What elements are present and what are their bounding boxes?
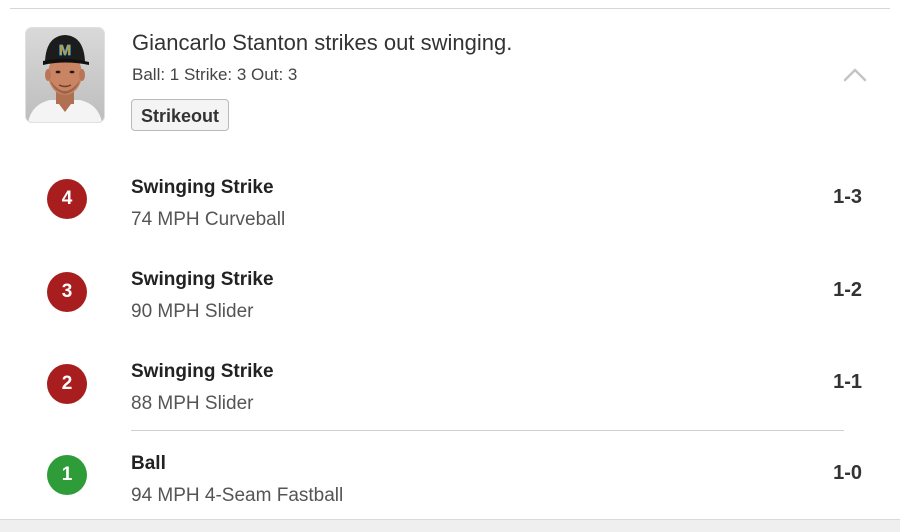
pitch-count: 1-2 [833, 279, 862, 301]
pitch-description: 74 MPH Curveball [131, 209, 286, 230]
pitch-result: Ball [131, 453, 166, 474]
pitch-row: 3 Swinging Strike 90 MPH Slider 1-2 [0, 251, 900, 331]
play-headline: Giancarlo Stanton strikes out swinging. [132, 30, 513, 55]
pitch-number-badge: 3 [47, 272, 87, 312]
pitch-number-badge: 2 [47, 364, 87, 404]
player-avatar: M [26, 28, 104, 122]
pitch-number-badge: 4 [47, 179, 87, 219]
pitch-result: Swinging Strike [131, 361, 274, 382]
pitch-row: 2 Swinging Strike 88 MPH Slider 1-1 [0, 343, 900, 423]
pitch-result: Swinging Strike [131, 269, 274, 290]
pitch-description: 88 MPH Slider [131, 393, 254, 414]
player-headshot-icon: M [26, 28, 104, 122]
svg-text:M: M [59, 42, 72, 59]
pitch-count: 1-3 [833, 186, 862, 208]
pitch-row: 1 Ball 94 MPH 4-Seam Fastball 1-0 [0, 435, 900, 515]
pitch-number-badge: 1 [47, 455, 87, 495]
pitch-row: 4 Swinging Strike 74 MPH Curveball 1-3 [0, 158, 900, 238]
chevron-up-icon [843, 68, 867, 82]
pitch-count: 1-0 [833, 462, 862, 484]
pitch-result: Swinging Strike [131, 177, 274, 198]
bottom-divider [0, 519, 900, 532]
play-count-line: Ball: 1 Strike: 3 Out: 3 [132, 65, 298, 84]
pitch-divider [131, 430, 844, 431]
pitch-count: 1-1 [833, 371, 862, 393]
top-divider [10, 8, 890, 9]
play-card: M Giancarlo Stanton strikes out swinging… [0, 0, 900, 532]
play-result-badge: Strikeout [131, 99, 230, 131]
collapse-button[interactable] [838, 60, 872, 90]
pitch-description: 90 MPH Slider [131, 301, 254, 322]
pitch-description: 94 MPH 4-Seam Fastball [131, 485, 344, 506]
